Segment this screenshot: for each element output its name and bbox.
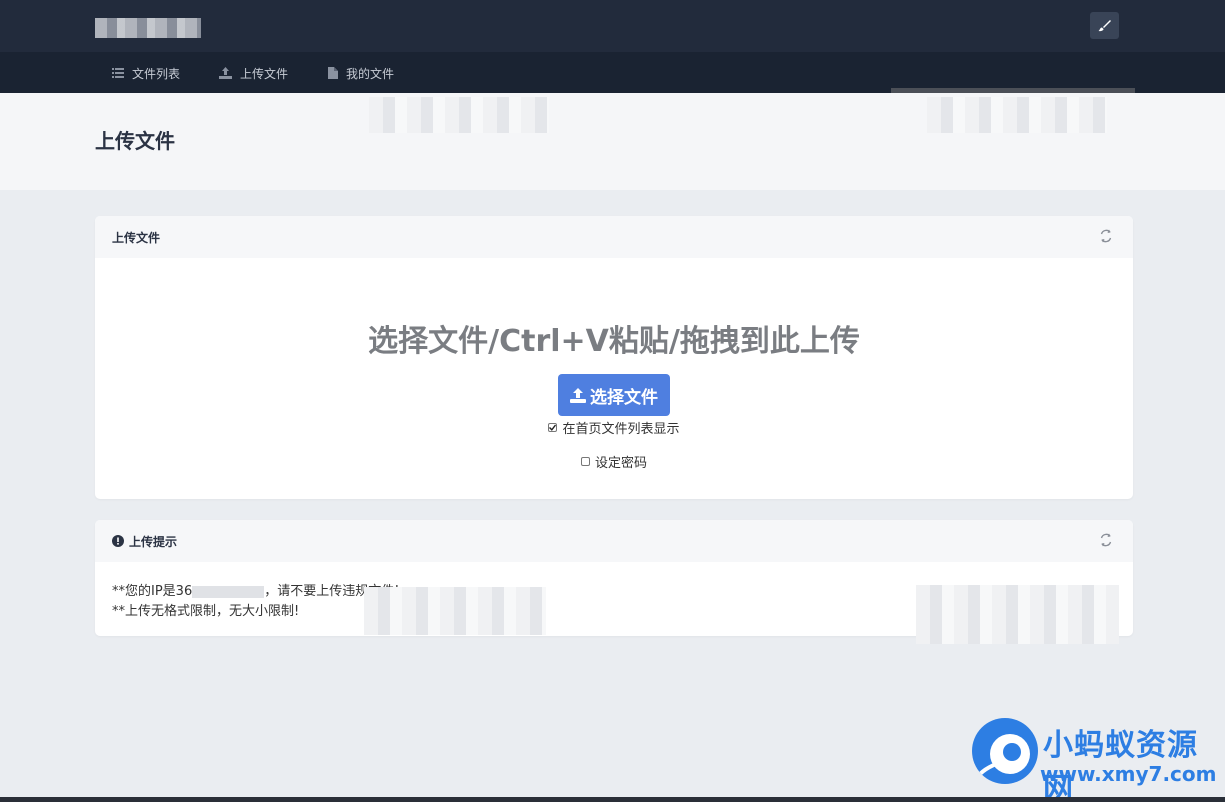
nav-item-file-list[interactable]: 文件列表	[112, 65, 180, 81]
nav-item-label: 我的文件	[346, 66, 395, 81]
nav-item-label: 文件列表	[132, 66, 181, 81]
upload-icon	[219, 67, 232, 79]
tips-card-title: 上传提示	[129, 534, 178, 549]
show-on-home-label: 在首页文件列表显示	[562, 422, 680, 437]
redacted-area	[364, 587, 546, 635]
set-password-checkbox[interactable]	[580, 457, 590, 466]
upload-card-header: 上传文件	[95, 216, 1133, 258]
theme-toggle-button[interactable]	[1090, 12, 1119, 39]
show-on-home-row: 在首页文件列表显示	[95, 418, 1133, 437]
tip-ip-prefix: **您的IP是36	[112, 584, 193, 599]
main-nav: 文件列表 上传文件 我的文件	[0, 52, 1225, 93]
redacted-ip	[192, 585, 265, 598]
watermark-url: www.xmy7.com	[1040, 762, 1217, 786]
upload-card: 上传文件 选择文件/Ctrl+V粘贴/拖拽到此上传 选择文件 在首页文件列表显示…	[95, 216, 1133, 499]
upload-dropzone-prompt[interactable]: 选择文件/Ctrl+V粘贴/拖拽到此上传	[95, 316, 1133, 360]
redacted-area	[916, 585, 1119, 644]
show-on-home-checkbox[interactable]	[548, 423, 558, 432]
bottom-border	[0, 797, 1225, 802]
select-file-button[interactable]: 选择文件	[558, 374, 670, 416]
tips-card-header: 上传提示	[95, 520, 1133, 562]
set-password-label: 设定密码	[594, 456, 647, 471]
list-icon	[112, 68, 124, 78]
nav-item-label: 上传文件	[240, 66, 289, 81]
select-file-label: 选择文件	[590, 387, 658, 408]
watermark-logo	[972, 718, 1038, 784]
nav-item-my-files[interactable]: 我的文件	[328, 65, 394, 81]
brush-icon	[1098, 20, 1111, 32]
watermark-name: 小蚂蚁资源网	[1043, 728, 1198, 802]
refresh-icon[interactable]	[1099, 533, 1113, 550]
site-logo[interactable]	[95, 18, 201, 38]
upload-icon	[570, 387, 586, 403]
top-bar	[0, 0, 1225, 52]
upload-card-title: 上传文件	[112, 230, 161, 245]
redacted-area	[927, 97, 1107, 133]
nav-item-upload[interactable]: 上传文件	[219, 65, 288, 81]
redacted-area	[369, 97, 549, 133]
tip-line-ip: **您的IP是36 ，请不要上传违规文件!	[112, 582, 399, 602]
set-password-row: 设定密码	[95, 452, 1133, 471]
page-title: 上传文件	[95, 129, 175, 153]
tip-line-limits: **上传无格式限制，无大小限制!	[112, 604, 300, 619]
file-icon	[328, 67, 338, 79]
refresh-icon[interactable]	[1099, 229, 1113, 246]
tips-text: **您的IP是36 ，请不要上传违规文件! **上传无格式限制，无大小限制!	[112, 582, 399, 622]
info-icon	[112, 535, 124, 547]
